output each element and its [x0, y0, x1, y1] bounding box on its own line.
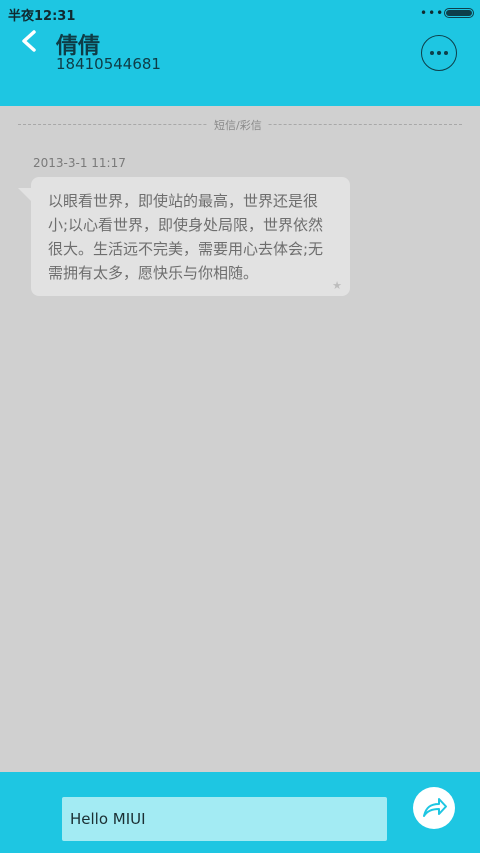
status-bar: 半夜12:31 ••• — [0, 0, 480, 26]
app-header: 半夜12:31 ••• 倩倩 18410544681 — [0, 0, 480, 106]
status-time: 半夜12:31 — [8, 9, 76, 24]
divider-label: 短信/彩信 — [208, 117, 268, 133]
message-input[interactable] — [62, 797, 387, 841]
more-options-button[interactable] — [421, 35, 457, 71]
message-text: 以眼看世界，即使站的最高，世界还是很小;以心看世界，即使身处局限，世界依然很大。… — [48, 192, 324, 282]
battery-icon — [444, 8, 474, 18]
message-bubble[interactable]: 以眼看世界，即使站的最高，世界还是很小;以心看世界，即使身处局限，世界依然很大。… — [31, 177, 350, 296]
send-arrow-icon — [423, 798, 447, 817]
composer-bar — [0, 772, 480, 853]
star-icon: ★ — [332, 279, 342, 292]
contact-number: 18410544681 — [56, 55, 161, 73]
message-timestamp: 2013-3-1 11:17 — [33, 156, 126, 170]
back-button[interactable] — [14, 26, 46, 58]
bubble-tail — [18, 188, 32, 202]
send-button[interactable] — [413, 787, 455, 829]
chevron-left-icon — [22, 30, 36, 52]
more-dots-icon — [430, 51, 434, 55]
signal-dots-icon: ••• — [420, 6, 445, 20]
